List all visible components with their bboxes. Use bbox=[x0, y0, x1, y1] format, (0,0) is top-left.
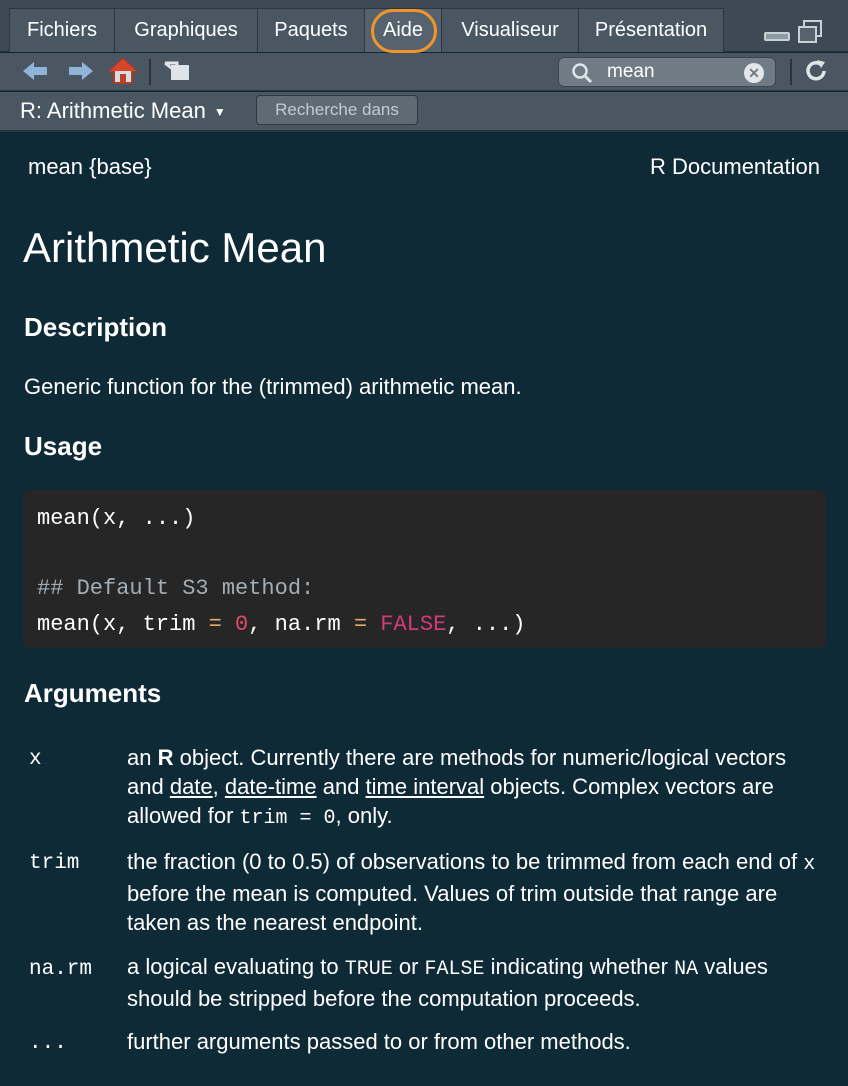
arg-name-trim: trim bbox=[29, 852, 80, 875]
pop-out-icon[interactable] bbox=[162, 57, 192, 85]
search-icon bbox=[571, 62, 593, 89]
arg-name-x: x bbox=[29, 748, 42, 771]
home-icon[interactable] bbox=[108, 57, 138, 85]
arg-desc-narm: a logical evaluating to TRUE or FALSE in… bbox=[127, 954, 768, 1011]
maximize-pane-icon[interactable] bbox=[797, 20, 823, 44]
tab-visualiseur[interactable]: Visualiseur bbox=[441, 8, 579, 52]
highlight-ring bbox=[370, 9, 437, 53]
tab-list: Fichiers Graphiques Paquets Aide Visuali… bbox=[9, 8, 724, 53]
help-topic-bar: R: Arithmetic Mean ▼ Recherche dans bbox=[0, 92, 848, 132]
tab-fichiers[interactable]: Fichiers bbox=[9, 8, 115, 52]
topic-dropdown[interactable]: R: Arithmetic Mean ▼ bbox=[20, 98, 226, 124]
description-heading: Description bbox=[24, 312, 168, 342]
find-in-topic-button[interactable]: Recherche dans bbox=[256, 95, 418, 125]
arg-name-dots: ... bbox=[29, 1032, 67, 1055]
code-operator: = bbox=[353, 612, 368, 637]
code-number: 0 bbox=[221, 612, 249, 637]
find-in-topic-label: Recherche dans bbox=[275, 100, 399, 119]
code-token: mean(x, trim bbox=[37, 612, 209, 637]
code-line: mean(x, ...) bbox=[37, 506, 196, 531]
arg-desc-dots: further arguments passed to or from othe… bbox=[127, 1029, 631, 1054]
code-token: , ...) bbox=[446, 612, 526, 637]
toolbar-divider bbox=[790, 59, 792, 85]
doc-title: Arithmetic Mean bbox=[23, 224, 327, 271]
code-token: , na.rm bbox=[248, 612, 354, 637]
code-keyword: FALSE bbox=[367, 612, 447, 637]
tab-label: Graphiques bbox=[134, 19, 238, 41]
tab-presentation[interactable]: Présentation bbox=[578, 8, 724, 52]
help-search-box[interactable]: ✕ bbox=[558, 57, 776, 87]
link-date-time[interactable]: date-time bbox=[225, 774, 317, 799]
doc-source: R Documentation bbox=[650, 154, 820, 179]
chevron-down-icon: ▼ bbox=[213, 105, 226, 120]
help-toolbar: ✕ bbox=[0, 53, 848, 91]
arg-desc-x: an R object. Currently there are methods… bbox=[127, 745, 787, 830]
refresh-icon[interactable] bbox=[801, 57, 831, 85]
doc-package: mean {base} bbox=[28, 154, 152, 179]
code-line: mean(x, trim = 0, na.rm = FALSE, ...) bbox=[37, 612, 526, 637]
clear-search-icon[interactable]: ✕ bbox=[744, 63, 764, 83]
tab-label: Présentation bbox=[594, 19, 708, 41]
pane-tab-bar: Fichiers Graphiques Paquets Aide Visuali… bbox=[0, 0, 848, 53]
topic-label: R: Arithmetic Mean bbox=[20, 98, 206, 123]
arg-name-narm: na.rm bbox=[29, 958, 93, 981]
help-document: mean {base} R Documentation Arithmetic M… bbox=[10, 134, 839, 1086]
description-text: Generic function for the (trimmed) arith… bbox=[24, 374, 522, 399]
tab-label: Fichiers bbox=[26, 19, 97, 41]
code-operator: = bbox=[208, 612, 222, 637]
tab-paquets[interactable]: Paquets bbox=[257, 8, 365, 52]
arrow-right-icon[interactable] bbox=[66, 57, 96, 85]
arrow-left-icon[interactable] bbox=[20, 57, 50, 85]
tab-graphiques[interactable]: Graphiques bbox=[114, 8, 258, 52]
usage-heading: Usage bbox=[24, 431, 103, 461]
tab-aide[interactable]: Aide bbox=[364, 8, 442, 53]
minimize-pane-icon[interactable] bbox=[764, 32, 790, 41]
arguments-heading: Arguments bbox=[24, 678, 162, 708]
usage-code-block: mean(x, ...) ## Default S3 method: mean(… bbox=[23, 490, 826, 648]
arg-desc-trim: the fraction (0 to 0.5) of observations … bbox=[127, 849, 816, 935]
code-comment: ## Default S3 method: bbox=[37, 576, 315, 601]
toolbar-divider bbox=[149, 59, 151, 85]
search-input[interactable] bbox=[607, 61, 747, 83]
tab-label: Paquets bbox=[274, 19, 348, 41]
tab-label: Visualiseur bbox=[461, 19, 559, 41]
link-time-interval[interactable]: time interval bbox=[366, 774, 485, 799]
link-date[interactable]: date bbox=[170, 774, 213, 799]
